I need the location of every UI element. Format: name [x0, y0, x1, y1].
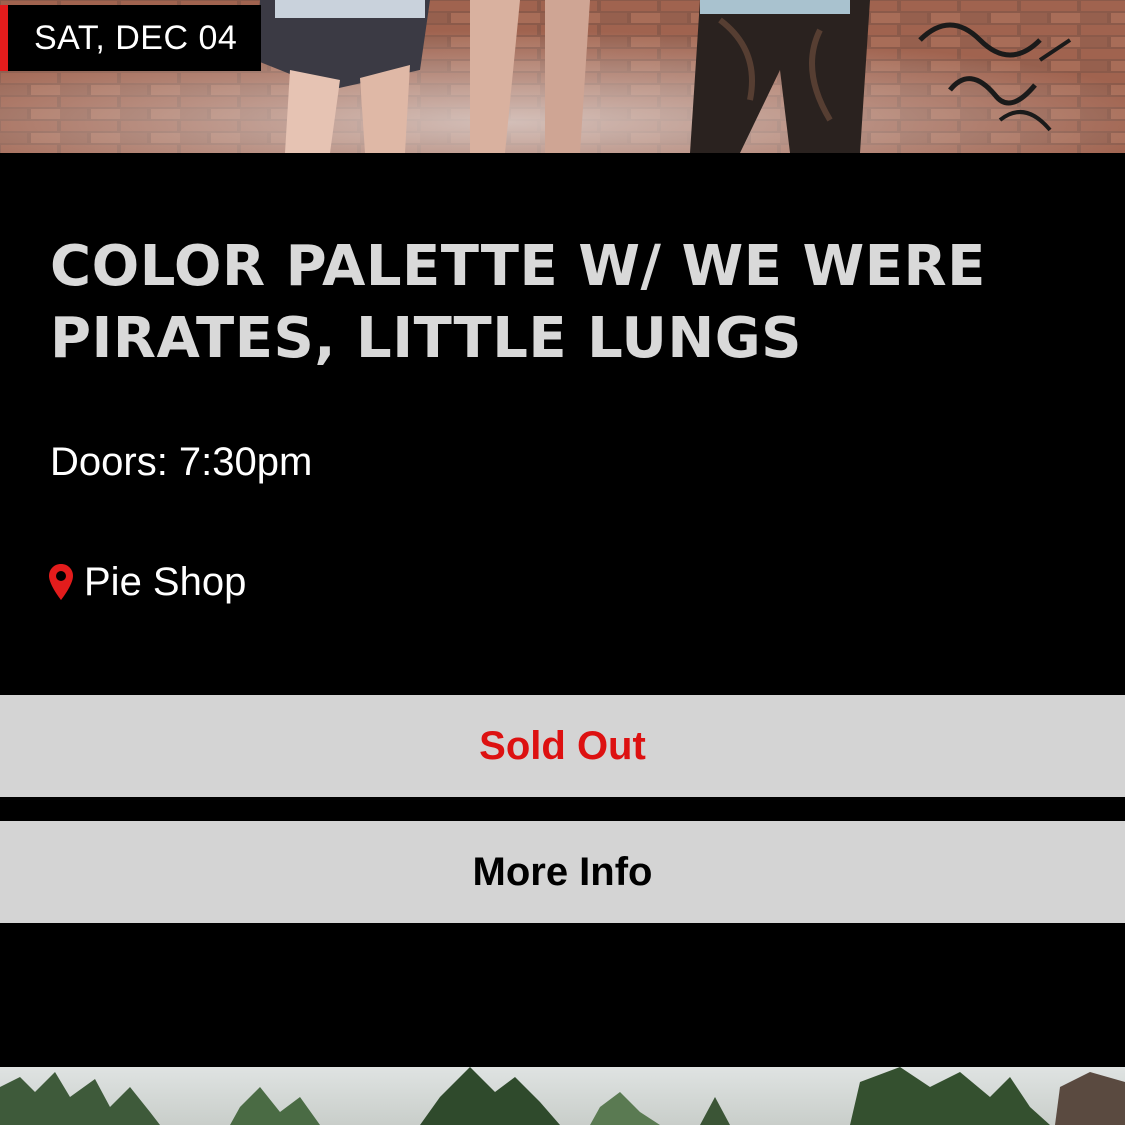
event-hero-image[interactable]: SAT, DEC 04 — [0, 0, 1125, 153]
venue-name: Pie Shop — [84, 560, 247, 604]
event-card: COLOR PALETTE W/ WE WERE PIRATES, LITTLE… — [0, 153, 1125, 1067]
doors-time: Doors: 7:30pm — [50, 440, 313, 484]
next-event-image[interactable] — [0, 1067, 1125, 1125]
event-listing-page: SAT, DEC 04 COLOR PALETTE W/ WE WERE PIR… — [0, 0, 1125, 1125]
event-title[interactable]: COLOR PALETTE W/ WE WERE PIRATES, LITTLE… — [50, 231, 1080, 375]
event-date-badge: SAT, DEC 04 — [0, 5, 262, 71]
trees-photo-graphic — [0, 1067, 1125, 1125]
venue-link[interactable]: Pie Shop — [48, 557, 246, 607]
sold-out-button[interactable]: Sold Out — [0, 695, 1125, 797]
location-pin-icon — [48, 563, 74, 601]
more-info-button[interactable]: More Info — [0, 821, 1125, 923]
